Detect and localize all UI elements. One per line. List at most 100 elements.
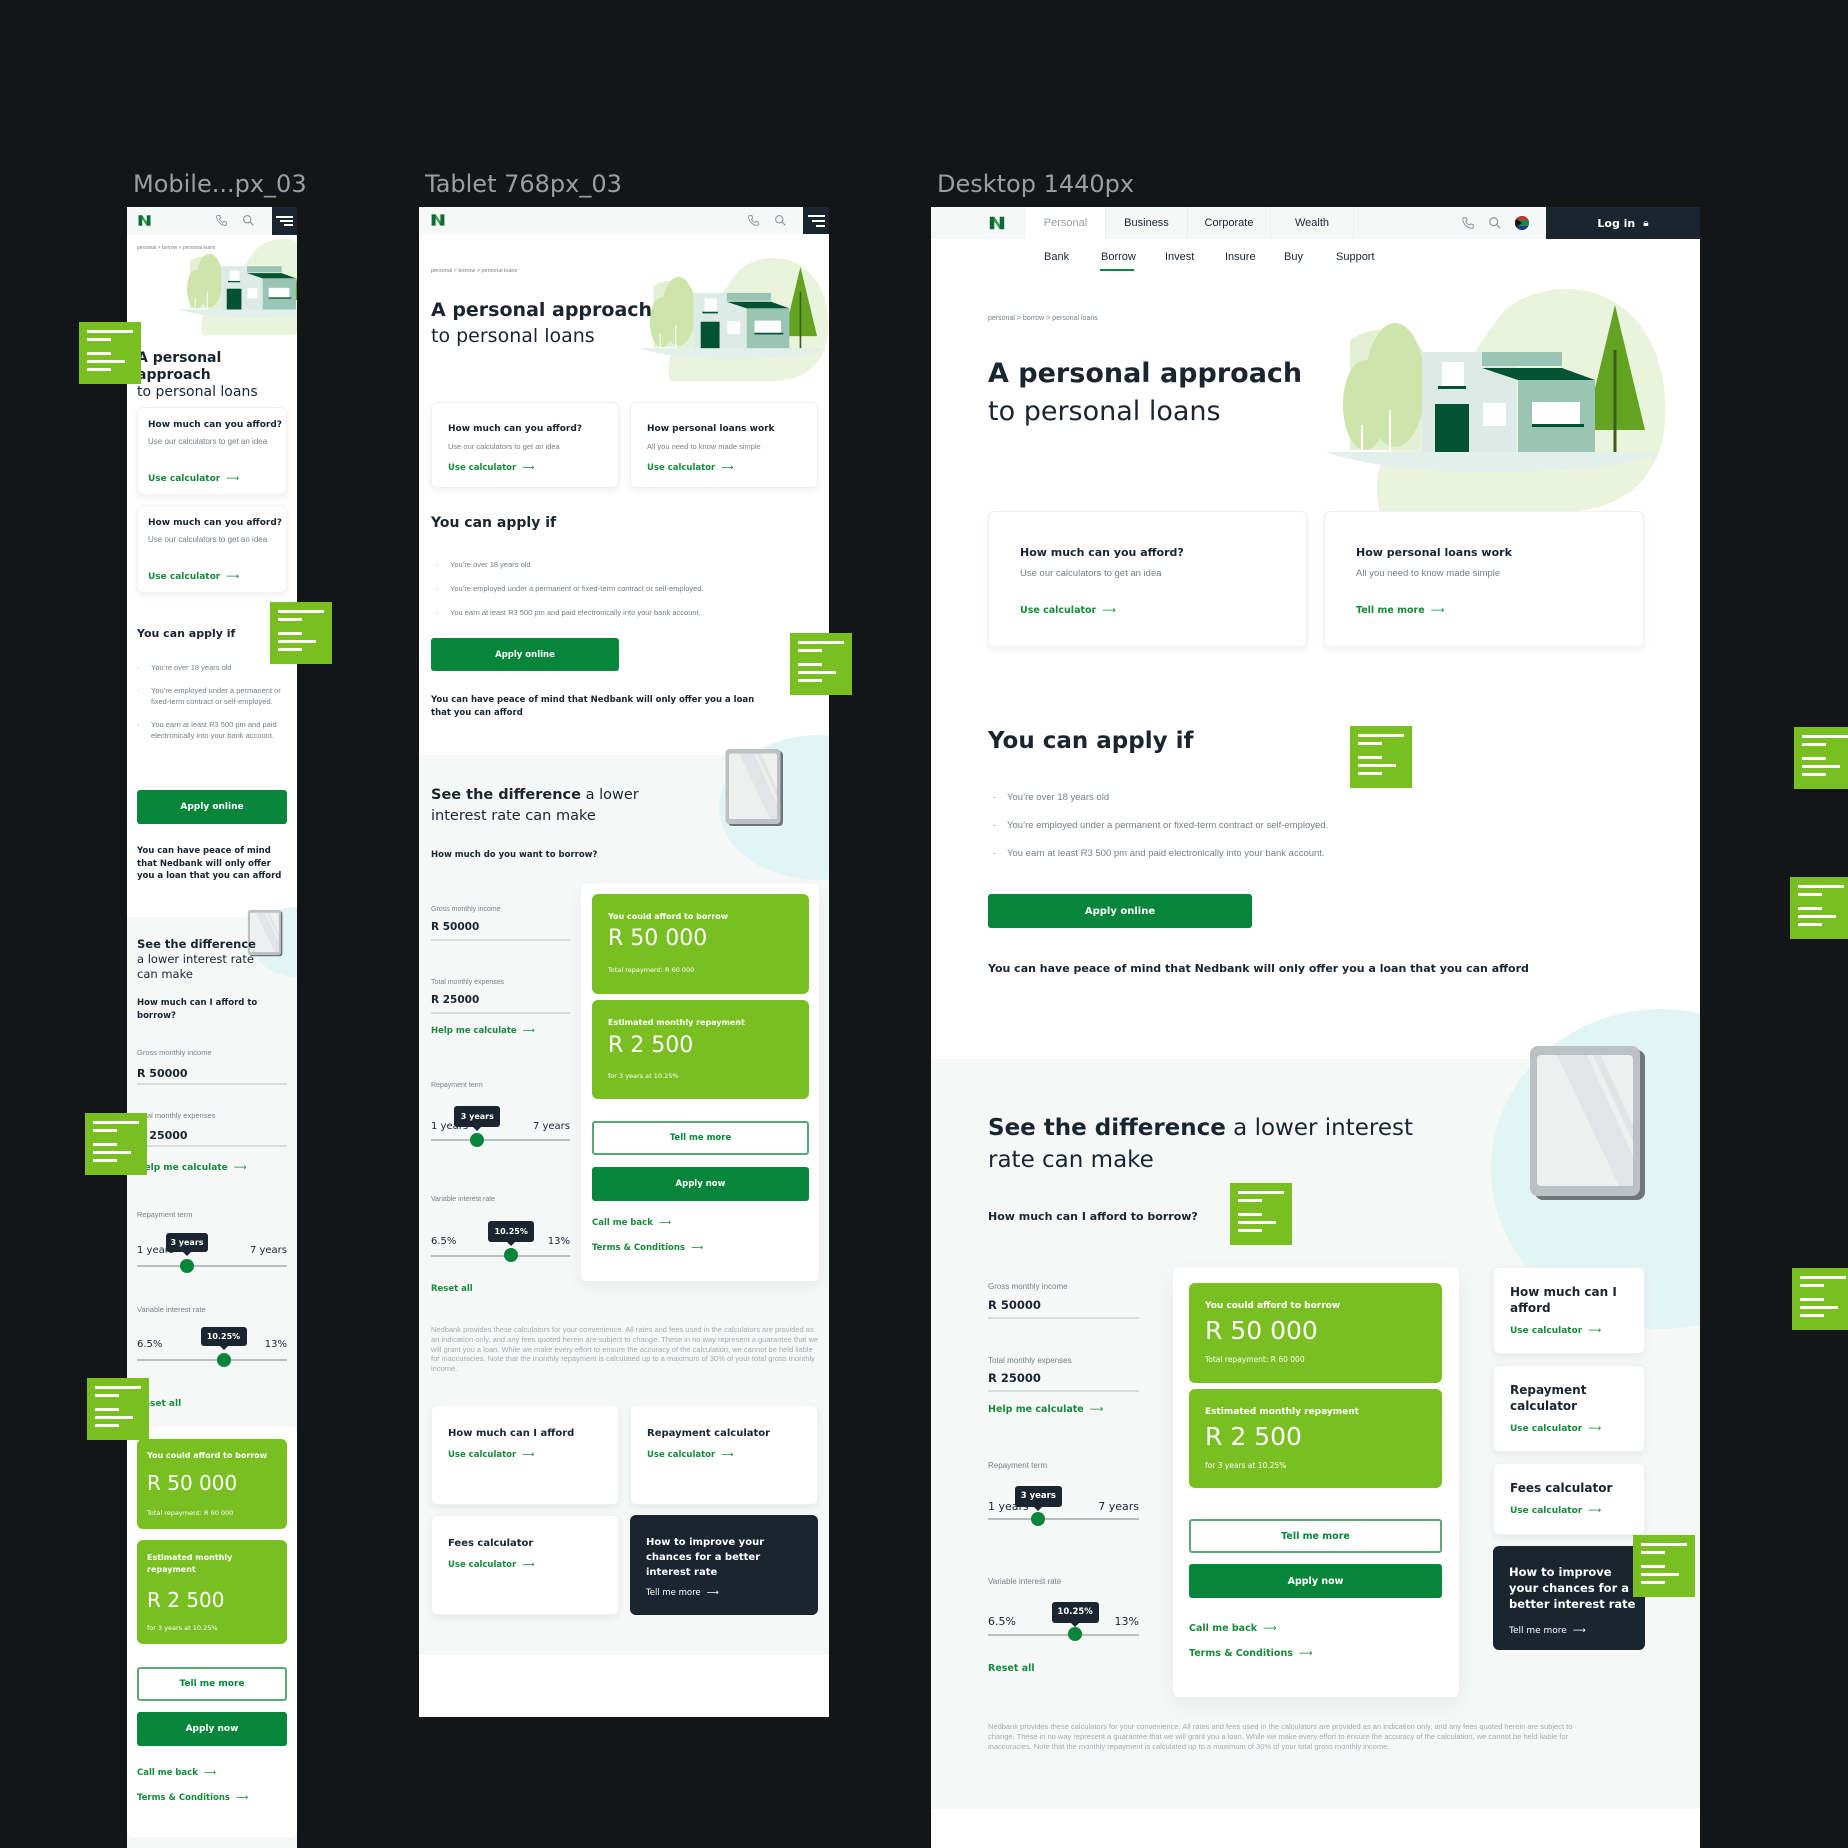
intro-card[interactable]: How personal loans work All you need to … (630, 402, 818, 488)
tab-wealth[interactable]: Wealth (1271, 207, 1354, 239)
use-calculator-link[interactable]: Use calculator ⟶ (148, 572, 239, 582)
tab-business[interactable]: Business (1106, 207, 1188, 239)
terms-link[interactable]: Terms & Conditions ⟶ (592, 1243, 703, 1253)
expenses-input[interactable]: R 25000 (988, 1371, 1041, 1385)
apply-now-button[interactable]: Apply now (137, 1712, 287, 1746)
phone-icon[interactable] (747, 214, 760, 227)
search-icon[interactable] (1488, 216, 1502, 230)
term-slider-thumb[interactable] (180, 1259, 194, 1273)
subnav-borrow[interactable]: Borrow (1101, 251, 1136, 263)
intro-card[interactable]: How much can you afford? Use our calcula… (431, 402, 619, 488)
menu-icon[interactable] (272, 207, 297, 235)
income-input[interactable]: R 50000 (988, 1298, 1041, 1312)
intro-card[interactable]: How much can you afford? Use our calcula… (137, 407, 287, 495)
rate-slider[interactable] (137, 1359, 287, 1361)
subnav-support[interactable]: Support (1336, 251, 1375, 263)
comment-marker-icon[interactable] (79, 322, 141, 384)
help-me-calculate-link[interactable]: Help me calculate ⟶ (431, 1026, 535, 1036)
call-me-back-link[interactable]: Call me back ⟶ (592, 1218, 671, 1228)
apply-now-button[interactable]: Apply now (592, 1167, 809, 1201)
tell-me-more-button[interactable]: Tell me more (137, 1667, 287, 1701)
use-calculator-link[interactable]: Use calculator ⟶ (1020, 605, 1116, 616)
side-card[interactable]: How much can I afford Use calculator ⟶ (431, 1405, 619, 1505)
subnav-bank[interactable]: Bank (1044, 251, 1069, 263)
use-calculator-link[interactable]: Use calculator ⟶ (448, 463, 534, 473)
login-button[interactable]: Log in 🔒︎ (1546, 207, 1700, 239)
terms-link[interactable]: Terms & Conditions ⟶ (1189, 1648, 1313, 1659)
rate-slider-thumb[interactable] (216, 1353, 231, 1367)
term-slider[interactable] (431, 1139, 570, 1141)
nedbank-logo[interactable] (137, 213, 152, 228)
call-me-back-link[interactable]: Call me back ⟶ (1189, 1623, 1277, 1634)
terms-link[interactable]: Terms & Conditions ⟶ (137, 1793, 248, 1803)
tell-me-more-link[interactable]: Tell me more ⟶ (646, 1588, 719, 1598)
help-me-calculate-link[interactable]: Help me calculate ⟶ (137, 1163, 247, 1173)
comment-marker-icon[interactable] (1794, 727, 1848, 789)
apply-online-button[interactable]: Apply online (137, 790, 287, 824)
expenses-input[interactable]: R 25000 (431, 994, 479, 1006)
search-icon[interactable] (774, 214, 787, 227)
use-calculator-link[interactable]: Use calculator ⟶ (1510, 1424, 1601, 1434)
rate-slider-thumb[interactable] (1068, 1627, 1083, 1641)
tell-me-more-button[interactable]: Tell me more (592, 1121, 809, 1155)
intro-card[interactable]: How much can you afford? Use our calcula… (988, 511, 1307, 647)
comment-marker-icon[interactable] (1792, 1268, 1848, 1330)
side-card[interactable]: Repayment calculator Use calculator ⟶ (630, 1405, 818, 1505)
use-calculator-link[interactable]: Use calculator ⟶ (647, 463, 733, 473)
comment-marker-icon[interactable] (1790, 877, 1848, 939)
tab-corporate[interactable]: Corporate (1188, 207, 1271, 239)
improve-chances-card[interactable]: How to improve your chances for a better… (630, 1515, 818, 1615)
side-card[interactable]: Fees calculator Use calculator ⟶ (1493, 1463, 1645, 1535)
comment-marker-icon[interactable] (85, 1113, 147, 1175)
use-calculator-link[interactable]: Use calculator ⟶ (448, 1450, 534, 1460)
term-slider-thumb[interactable] (1031, 1512, 1046, 1526)
use-calculator-link[interactable]: Use calculator ⟶ (647, 1450, 733, 1460)
subnav-invest[interactable]: Invest (1165, 251, 1194, 263)
tab-personal[interactable]: Personal (1026, 207, 1106, 239)
income-input[interactable]: R 50000 (137, 1067, 188, 1080)
side-card[interactable]: How much can I afford Use calculator ⟶ (1493, 1267, 1645, 1354)
comment-marker-icon[interactable] (87, 1378, 149, 1440)
income-input[interactable]: R 50000 (431, 921, 479, 933)
comment-marker-icon[interactable] (270, 602, 332, 664)
improve-chances-card[interactable]: How to improve your chances for a better… (1493, 1546, 1645, 1650)
nedbank-logo[interactable] (430, 212, 446, 228)
intro-card[interactable]: How much can you afford? Use our calcula… (137, 505, 287, 593)
term-slider-thumb[interactable] (470, 1133, 485, 1147)
tell-me-more-link[interactable]: Tell me more ⟶ (1356, 605, 1444, 616)
intro-card[interactable]: How personal loans work All you need to … (1324, 511, 1644, 647)
phone-icon[interactable] (215, 214, 228, 227)
rate-slider-thumb[interactable] (504, 1248, 519, 1262)
nedbank-logo[interactable] (988, 214, 1006, 232)
rate-slider[interactable] (431, 1255, 570, 1257)
use-calculator-link[interactable]: Use calculator ⟶ (1510, 1326, 1601, 1336)
reset-all-link[interactable]: Reset all (988, 1663, 1035, 1674)
use-calculator-link[interactable]: Use calculator ⟶ (448, 1560, 534, 1570)
use-calculator-link[interactable]: Use calculator ⟶ (1510, 1506, 1601, 1516)
term-slider[interactable] (137, 1265, 287, 1267)
comment-marker-icon[interactable] (790, 633, 852, 695)
help-me-calculate-link[interactable]: Help me calculate ⟶ (988, 1404, 1103, 1415)
tell-me-more-button[interactable]: Tell me more (1189, 1519, 1442, 1553)
comment-marker-icon[interactable] (1633, 1535, 1695, 1597)
term-slider[interactable] (988, 1518, 1139, 1520)
south-africa-flag-icon[interactable] (1515, 216, 1529, 230)
apply-online-button[interactable]: Apply online (431, 638, 619, 671)
subnav-buy[interactable]: Buy (1284, 251, 1303, 263)
rate-slider[interactable] (988, 1634, 1139, 1636)
comment-marker-icon[interactable] (1230, 1183, 1292, 1245)
search-icon[interactable] (242, 214, 255, 227)
reset-all-link[interactable]: Reset all (431, 1284, 473, 1294)
side-card[interactable]: Repayment calculator Use calculator ⟶ (1493, 1365, 1645, 1452)
apply-now-button[interactable]: Apply now (1189, 1564, 1442, 1598)
tablet-nav-bar (419, 207, 829, 234)
tell-me-more-link[interactable]: Tell me more ⟶ (1509, 1626, 1586, 1636)
apply-online-button[interactable]: Apply online (988, 894, 1252, 928)
phone-icon[interactable] (1461, 216, 1475, 230)
call-me-back-link[interactable]: Call me back ⟶ (137, 1768, 216, 1778)
subnav-insure[interactable]: Insure (1225, 251, 1256, 263)
menu-icon[interactable] (803, 207, 829, 234)
comment-marker-icon[interactable] (1350, 726, 1412, 788)
use-calculator-link[interactable]: Use calculator ⟶ (148, 474, 239, 484)
side-card[interactable]: Fees calculator Use calculator ⟶ (431, 1515, 619, 1615)
